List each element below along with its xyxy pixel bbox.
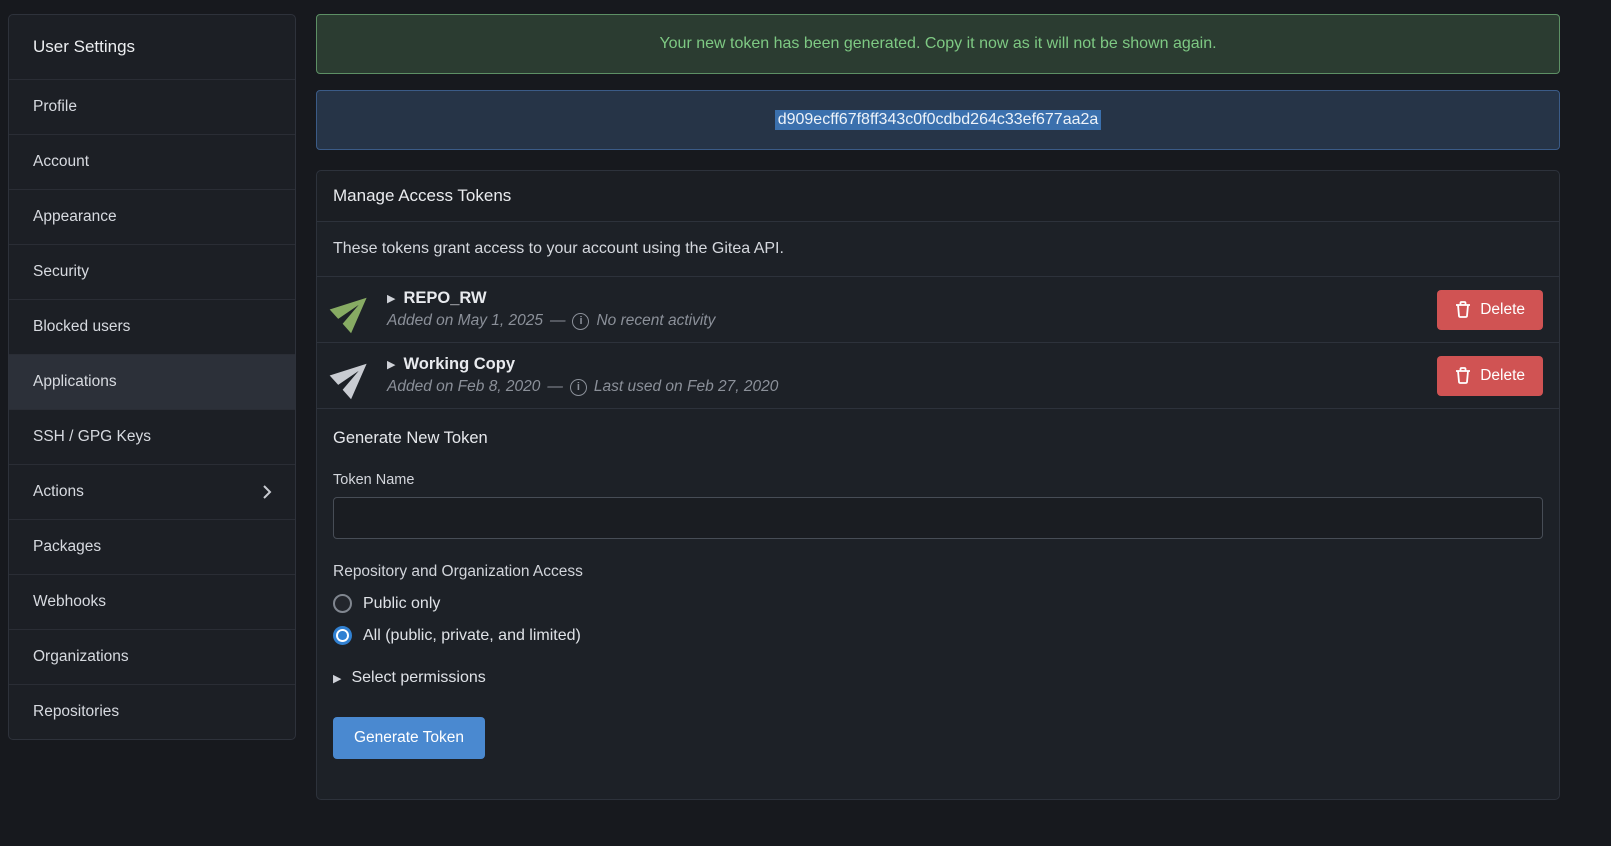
chevron-right-icon: [259, 484, 275, 500]
token-name-input[interactable]: [333, 497, 1543, 539]
delete-button-label: Delete: [1480, 367, 1525, 385]
new-token-value[interactable]: d909ecff67f8ff343c0f0cdbd264c33ef677aa2a: [775, 110, 1102, 130]
sidebar-item-label: Webhooks: [33, 593, 106, 611]
sidebar-item-label: Applications: [33, 373, 117, 391]
settings-sidebar: User Settings Profile Account Appearance…: [8, 14, 296, 740]
token-added-date: Added on Feb 8, 2020: [387, 378, 540, 396]
token-meta: Added on May 1, 2025 — i No recent activ…: [387, 312, 1437, 330]
sidebar-item-label: Account: [33, 153, 89, 171]
token-name: REPO_RW: [403, 289, 486, 308]
radio-option-all[interactable]: All (public, private, and limited): [333, 626, 1543, 645]
info-icon: i: [572, 313, 589, 330]
token-row: ▶ Working Copy Added on Feb 8, 2020 — i …: [317, 343, 1559, 409]
sidebar-item-applications[interactable]: Applications: [9, 354, 295, 409]
delete-token-button[interactable]: Delete: [1437, 356, 1543, 396]
send-icon: [325, 347, 381, 403]
sidebar-item-label: Security: [33, 263, 89, 281]
radio-option-public-only[interactable]: Public only: [333, 594, 1543, 613]
delete-token-button[interactable]: Delete: [1437, 290, 1543, 330]
sidebar-item-account[interactable]: Account: [9, 134, 295, 189]
sidebar-item-label: Appearance: [33, 208, 117, 226]
sidebar-item-label: Organizations: [33, 648, 129, 666]
radio-public-only[interactable]: [333, 594, 352, 613]
select-permissions-toggle[interactable]: ▶ Select permissions: [333, 669, 1543, 687]
caret-right-icon: ▶: [387, 292, 395, 305]
meta-dash: —: [550, 312, 566, 330]
info-icon: i: [570, 379, 587, 396]
generate-token-form: Generate New Token Token Name Repository…: [317, 409, 1559, 799]
access-section-label: Repository and Organization Access: [333, 563, 1543, 581]
radio-dot: [336, 629, 349, 642]
new-token-box[interactable]: d909ecff67f8ff343c0f0cdbd264c33ef677aa2a: [316, 90, 1560, 150]
sidebar-item-blocked-users[interactable]: Blocked users: [9, 299, 295, 354]
manage-tokens-panel: Manage Access Tokens These tokens grant …: [316, 170, 1560, 800]
caret-right-icon: ▶: [387, 358, 395, 371]
sidebar-item-ssh-gpg-keys[interactable]: SSH / GPG Keys: [9, 409, 295, 464]
token-meta: Added on Feb 8, 2020 — i Last used on Fe…: [387, 378, 1437, 396]
sidebar-item-repositories[interactable]: Repositories: [9, 684, 295, 739]
sidebar-item-label: Repositories: [33, 703, 119, 721]
sidebar-item-organizations[interactable]: Organizations: [9, 629, 295, 684]
sidebar-item-security[interactable]: Security: [9, 244, 295, 299]
token-name: Working Copy: [403, 355, 515, 374]
sidebar-item-appearance[interactable]: Appearance: [9, 189, 295, 244]
form-title: Generate New Token: [333, 429, 1543, 448]
sidebar-item-actions[interactable]: Actions: [9, 464, 295, 519]
success-alert-message: Your new token has been generated. Copy …: [659, 35, 1216, 53]
panel-intro-text: These tokens grant access to your accoun…: [317, 222, 1559, 277]
sidebar-item-label: Profile: [33, 98, 77, 116]
sidebar-title: User Settings: [9, 15, 295, 79]
sidebar-item-webhooks[interactable]: Webhooks: [9, 574, 295, 629]
token-info: ▶ REPO_RW Added on May 1, 2025 — i No re…: [387, 289, 1437, 330]
token-added-date: Added on May 1, 2025: [387, 312, 543, 330]
sidebar-item-packages[interactable]: Packages: [9, 519, 295, 574]
delete-button-label: Delete: [1480, 301, 1525, 319]
sidebar-item-label: Actions: [33, 483, 84, 501]
generate-token-button[interactable]: Generate Token: [333, 717, 485, 759]
sidebar-item-label: SSH / GPG Keys: [33, 428, 151, 446]
caret-right-icon: ▶: [333, 672, 341, 685]
token-row: ▶ REPO_RW Added on May 1, 2025 — i No re…: [317, 277, 1559, 343]
select-permissions-label: Select permissions: [351, 669, 485, 687]
radio-label: All (public, private, and limited): [363, 627, 581, 645]
sidebar-item-label: Packages: [33, 538, 101, 556]
token-name-line[interactable]: ▶ Working Copy: [387, 355, 1437, 374]
token-name-line[interactable]: ▶ REPO_RW: [387, 289, 1437, 308]
main-content: Your new token has been generated. Copy …: [316, 14, 1560, 846]
token-info: ▶ Working Copy Added on Feb 8, 2020 — i …: [387, 355, 1437, 396]
token-name-label: Token Name: [333, 472, 1543, 488]
send-icon: [325, 281, 381, 337]
trash-icon: [1455, 367, 1471, 384]
token-activity: Last used on Feb 27, 2020: [594, 378, 778, 396]
trash-icon: [1455, 301, 1471, 318]
token-activity: No recent activity: [596, 312, 715, 330]
sidebar-item-label: Blocked users: [33, 318, 130, 336]
radio-all[interactable]: [333, 626, 352, 645]
success-alert: Your new token has been generated. Copy …: [316, 14, 1560, 74]
panel-title: Manage Access Tokens: [317, 171, 1559, 222]
sidebar-item-profile[interactable]: Profile: [9, 79, 295, 134]
meta-dash: —: [547, 378, 563, 396]
radio-label: Public only: [363, 595, 440, 613]
